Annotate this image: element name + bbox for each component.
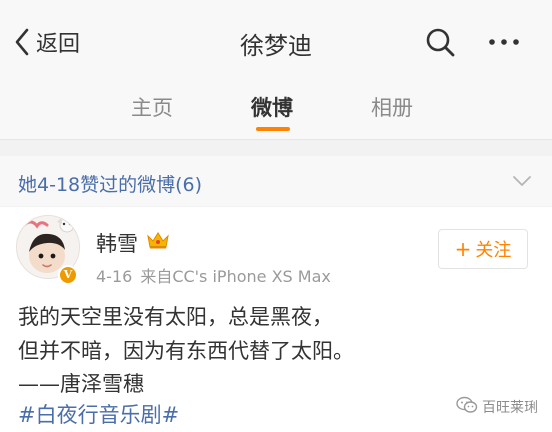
section-title: 她4-18赞过的微博(6) — [18, 174, 203, 196]
post-text-line: ——唐泽雪穗 — [18, 372, 144, 396]
post-source: 来自CC's iPhone XS Max — [140, 267, 331, 286]
post-text-line: 我的天空里没有太阳，总是黑夜， — [18, 305, 333, 329]
liked-posts-header[interactable]: 她4-18赞过的微博(6) — [0, 156, 552, 206]
post-text-line: 但并不暗，因为有东西代替了太阳。 — [18, 339, 354, 363]
chevron-down-icon[interactable] — [512, 172, 532, 191]
follow-label: 关注 — [475, 240, 512, 261]
tab-album[interactable]: 相册 — [371, 92, 413, 122]
active-tab-indicator — [256, 127, 290, 131]
tab-weibo[interactable]: 微博 — [251, 92, 293, 122]
wechat-icon — [456, 396, 478, 418]
tab-home[interactable]: 主页 — [131, 92, 173, 122]
follow-button[interactable]: + 关注 — [438, 229, 528, 269]
post-author[interactable]: 韩雪 — [96, 228, 138, 258]
plus-icon: + — [454, 237, 472, 261]
crown-icon — [146, 230, 170, 254]
verified-badge-icon: V — [58, 265, 78, 285]
watermark: 百旺莱琍 — [456, 396, 538, 418]
page-title: 徐梦迪 — [240, 32, 312, 60]
watermark-text: 百旺莱琍 — [482, 400, 538, 416]
navigation-bar: 返回 徐梦迪 — [0, 0, 552, 76]
hashtag-link[interactable]: #白夜行音乐剧# — [18, 399, 179, 429]
more-icon[interactable] — [484, 24, 524, 60]
search-icon[interactable] — [422, 24, 458, 60]
post-meta: 4-16 来自CC's iPhone XS Max — [96, 263, 331, 287]
post-date: 4-16 — [96, 267, 133, 286]
